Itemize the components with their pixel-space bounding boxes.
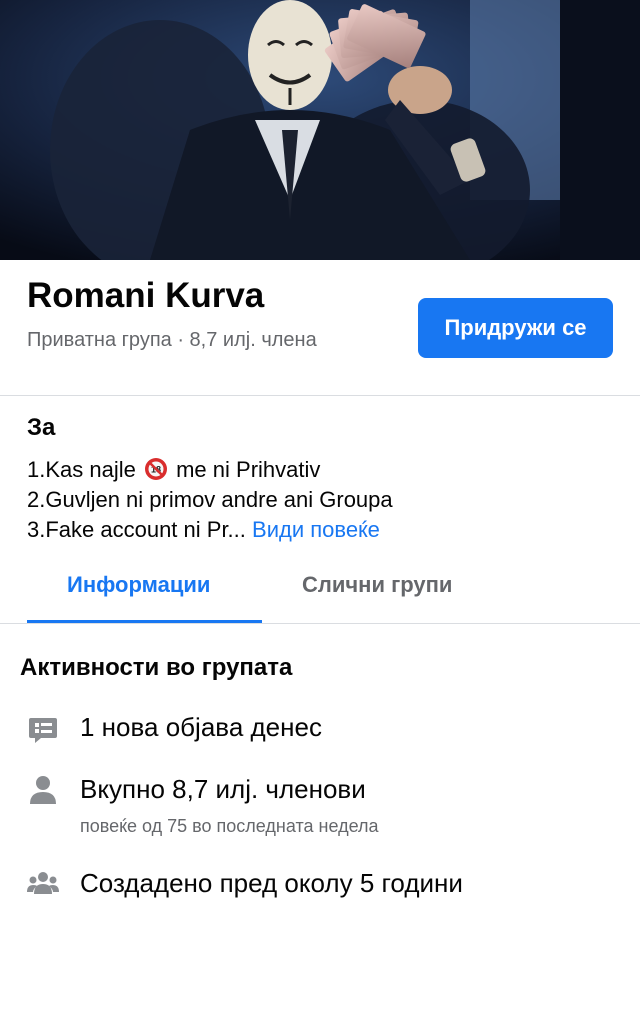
activity-created-text: Создадено пред околу 5 години	[80, 868, 463, 898]
activity-members-text: Вкупно 8,7 илј. членови	[80, 774, 366, 804]
about-line-1: 1.Kas najle 18 me ni Prihvativ	[27, 455, 393, 485]
activity-members-subtext: повеќе од 75 во последната недела	[80, 816, 379, 836]
about-line-1-prefix: 1.Kas najle	[27, 457, 136, 482]
group-privacy-members: Приватна група · 8,7 илј. члена	[27, 329, 317, 351]
about-heading: За	[27, 414, 56, 441]
group-people-icon	[27, 872, 59, 894]
tabs-divider	[0, 623, 640, 624]
join-group-button[interactable]: Придружи се	[418, 298, 613, 358]
activity-posts-text: 1 нова објава денес	[80, 712, 322, 742]
group-name: Romani Kurva	[27, 276, 265, 315]
tab-similar-groups[interactable]: Слични групи	[302, 572, 452, 598]
divider	[0, 395, 640, 396]
group-cover-photo[interactable]	[0, 0, 640, 260]
activity-heading: Активности во групата	[20, 654, 293, 681]
cover-illustration	[0, 0, 640, 260]
about-description: 1.Kas najle 18 me ni Prihvativ 2.Guvljen…	[27, 455, 393, 545]
post-bubble-icon	[29, 718, 57, 743]
about-line-2: 2.Guvljen ni primov andre ani Groupa	[27, 487, 393, 512]
person-icon	[30, 776, 56, 804]
no-under-18-icon: 18	[144, 458, 167, 480]
see-more-link[interactable]: Види повеќе	[252, 517, 380, 542]
about-line-3: 3.Fake account ni Pr... Види повеќе	[27, 515, 393, 545]
about-line-1-suffix: me ni Prihvativ	[176, 457, 321, 482]
about-line-3-text: 3.Fake account ni Pr...	[27, 517, 246, 542]
tab-information[interactable]: Информации	[67, 572, 210, 598]
